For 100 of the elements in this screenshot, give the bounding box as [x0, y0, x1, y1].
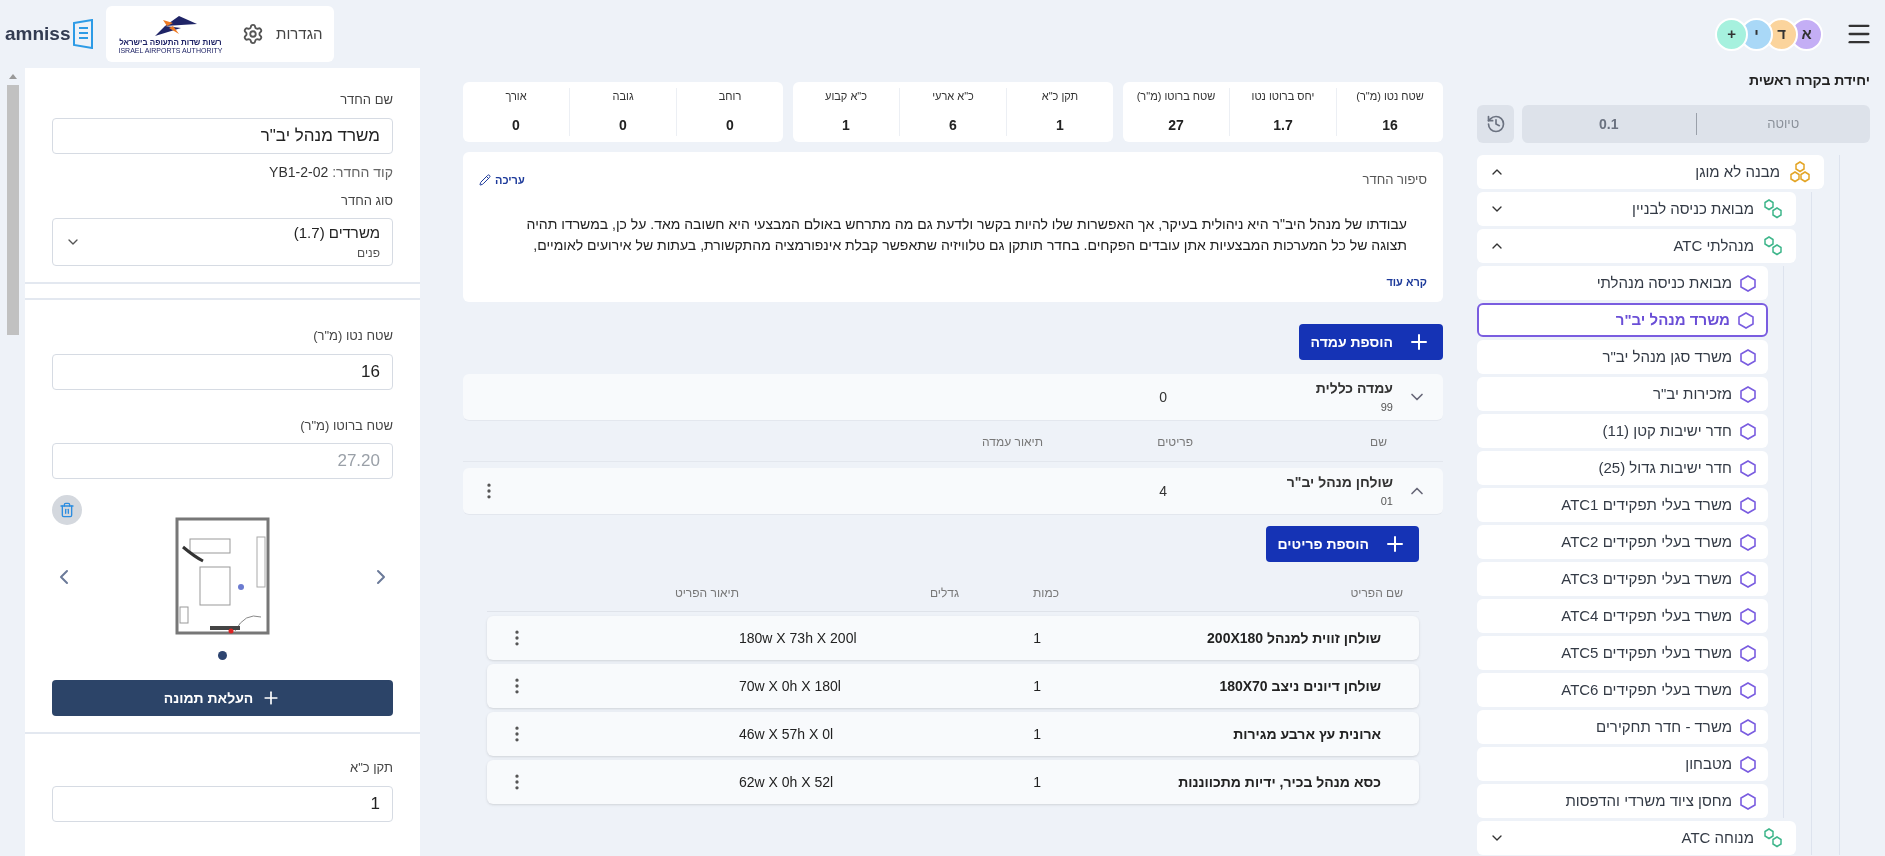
story-title: סיפור החדר [1362, 171, 1427, 189]
item-name: שולחן דיונים ניצב 180X70 [1218, 676, 1382, 696]
room-code-label: קוד החדר: [332, 162, 393, 182]
tree-item[interactable]: משרד בעלי תפקידים ATC6 [1477, 673, 1768, 707]
column-header: גדלים [928, 584, 959, 602]
hexagon-icon [1740, 718, 1756, 736]
hexagons-icon [1762, 199, 1784, 219]
tree-item[interactable]: משרד סגן מנהל יב"ר [1477, 340, 1768, 374]
item-name: ארונית עץ ארבע מגירות [1232, 724, 1382, 744]
column-header: תיאור הפריט [674, 584, 739, 602]
item-size: 70w X 0h X 180l [739, 676, 842, 696]
settings-link[interactable]: הגדרות [276, 22, 323, 46]
stat-label: שטח נטו (מ"ר) [1356, 89, 1424, 105]
tree-item[interactable]: מנוחה ATC [1477, 821, 1796, 855]
stat-label: כ"א ארעי [932, 89, 974, 105]
station-item-count: 0 [1159, 387, 1167, 407]
room-name-field[interactable]: משרד מנהל יב"ר [52, 117, 393, 154]
tree-item[interactable]: מבואת כניסה לבניין [1477, 192, 1796, 226]
tree-item[interactable]: משרד בעלי תפקידים ATC5 [1477, 636, 1768, 670]
hexagons-icon [1762, 828, 1784, 848]
column-header: כמות [1032, 584, 1059, 602]
stat-label: כ"א קבוע [825, 89, 867, 105]
field-label: שטח נטו (מ"ר) [312, 327, 393, 345]
stat-value: 16 [1382, 115, 1398, 135]
pencil-icon [479, 173, 491, 186]
item-quantity: 1 [1032, 628, 1042, 648]
edit-button[interactable]: עריכה [479, 171, 525, 188]
tree-item[interactable]: משרד - חדר תחקירים [1477, 710, 1768, 744]
avatar[interactable]: + [1715, 17, 1748, 51]
item-size: 46w X 57h X 0l [739, 724, 835, 744]
staff-quota-field[interactable]: 1 [52, 785, 393, 822]
hexagon-icon [1740, 644, 1756, 662]
hexagons-icon [1788, 161, 1812, 183]
column-header: שם הפריט [1349, 584, 1404, 602]
station-code: 99 [1379, 400, 1393, 416]
select-subtext: פנים [356, 245, 380, 263]
tree-item[interactable]: משרד מנהל יב"ר [1477, 303, 1768, 337]
scroll-up-arrow[interactable] [8, 74, 17, 79]
stat-label: שטח ברוטו (מ"ר) [1136, 89, 1216, 105]
hexagon-icon [1740, 570, 1756, 588]
field-label: סוג החדר [340, 191, 393, 210]
add-station-button[interactable]: הוספת עמדה [1298, 324, 1443, 360]
tree-item[interactable]: משרד בעלי תפקידים ATC4 [1477, 599, 1768, 633]
station-item-count: 4 [1159, 481, 1167, 501]
item-quantity: 1 [1032, 724, 1042, 744]
item-size: 62w X 0h X 52l [739, 772, 835, 792]
stat-value: 1 [1056, 115, 1064, 135]
hexagon-icon [1740, 348, 1756, 366]
hexagon-icon [1740, 607, 1756, 625]
hexagon-icon [1740, 681, 1756, 699]
stat-value: 0 [619, 115, 627, 135]
history-button[interactable] [1477, 105, 1514, 143]
tree-item[interactable]: משרד בעלי תפקידים ATC2 [1477, 525, 1768, 559]
version-number: 0.1 [1598, 114, 1620, 134]
tree-item[interactable]: משרד בעלי תפקידים ATC1 [1477, 488, 1768, 522]
hexagon-icon [1740, 459, 1756, 477]
column-header: תיאור עמדה [982, 433, 1043, 451]
building-logo-icon [72, 19, 95, 49]
tree-item[interactable]: מטבחון [1477, 747, 1768, 781]
history-icon [1485, 114, 1506, 134]
room-code-value: YB1-2-02 [269, 162, 329, 182]
hexagon-icon [1740, 496, 1756, 514]
item-quantity: 1 [1032, 676, 1042, 696]
tree-item[interactable]: משרד בעלי תפקידים ATC3 [1477, 562, 1768, 596]
scrollbar-thumb[interactable] [6, 85, 19, 335]
tree-item[interactable]: חדר ישיבות גדול (25) [1477, 451, 1768, 485]
station-name: עמדה כללית [1314, 379, 1393, 399]
tree-item[interactable]: מחסן ציוד משרדי והדפסות [1477, 784, 1768, 818]
settings-icon[interactable] [242, 23, 265, 45]
tree-item[interactable]: מבואת כניסה מנהלתי [1477, 266, 1768, 300]
upload-image-button[interactable]: העלאת תמונה [52, 680, 393, 716]
delete-image-button[interactable] [52, 495, 82, 525]
stat-label: גובה [612, 89, 634, 105]
item-name: שולחן זווית למנהל 200X180 [1206, 628, 1382, 648]
add-items-button[interactable]: הוספת פריטים [1265, 526, 1419, 562]
net-area-field[interactable]: 16 [52, 353, 393, 390]
item-name: כסא מנהל בכיר, ידיות מתכווננות [1177, 772, 1382, 792]
select-value: משרדים (1.7) [293, 222, 380, 243]
trash-icon [59, 502, 75, 518]
tree-item[interactable]: מנהלתי ATC [1477, 229, 1796, 263]
unit-title: יחידת בקרה ראשית [1747, 71, 1870, 90]
stat-value: 0 [726, 115, 734, 135]
room-type-select[interactable]: משרדים (1.7) פנים [52, 218, 393, 266]
stat-label: יחס ברוטו נטו [1251, 89, 1315, 105]
station-name: שולחן מנהל יב"ר [1285, 473, 1393, 493]
column-header: שם [1369, 433, 1388, 451]
tree-item[interactable]: מזכירות יב"ר [1477, 377, 1768, 411]
item-quantity: 1 [1032, 772, 1042, 792]
story-text: עבודתו של מנהל היב"ר היא ניהולית בעיקר, אך האפשרות שלו להיות בקשר ולדעת גם מה מתרחש באולם המבצעי היא חשובה מאד. על כן, במשרדו תהיה תצוגה של כל המערכות המבצעיות אתן עובדים הפקחים. בחדר תותקן גם טלוויזיה שתאפשר קבלת אינפורמציה מהתקשורת, בעתות של אירועים לאומיים, [525, 214, 1408, 255]
hexagon-icon [1740, 422, 1756, 440]
hexagon-icon [1740, 533, 1756, 551]
brand-logo: amniss [5, 21, 71, 46]
stat-label: תקן כ"א [1041, 89, 1079, 105]
hexagons-icon [1762, 236, 1784, 256]
hexagon-icon [1740, 274, 1756, 292]
read-more-link[interactable]: קרא עוד [1386, 273, 1427, 290]
tree-item[interactable]: מבנה לא מוגן [1477, 155, 1824, 189]
stat-value: 27 [1168, 115, 1184, 135]
station-code: 01 [1379, 494, 1393, 510]
tree-item[interactable]: חדר ישיבות קטן (11) [1477, 414, 1768, 448]
